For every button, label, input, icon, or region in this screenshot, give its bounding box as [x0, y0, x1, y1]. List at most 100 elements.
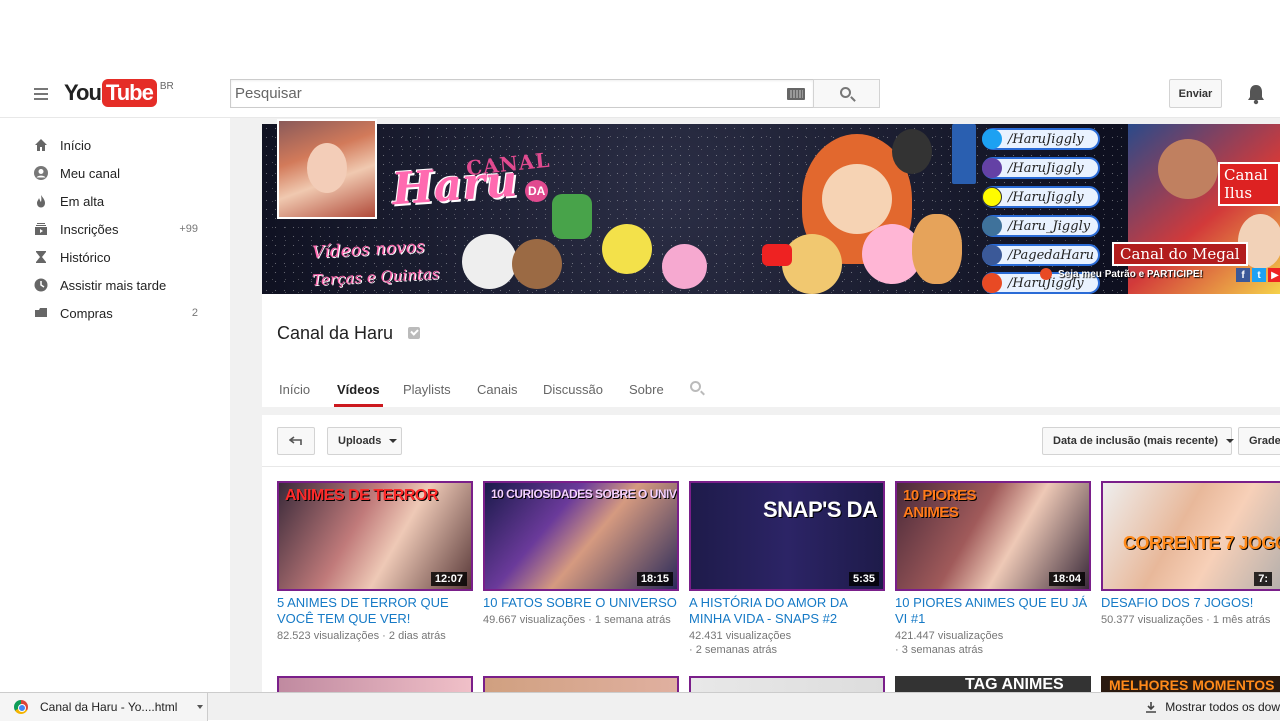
video-views: 82.523 visualizações: [277, 630, 380, 642]
sidebar-item-compras[interactable]: Compras 2: [0, 299, 230, 327]
sidebar-item-inscricoes[interactable]: Inscrições +99: [0, 215, 230, 243]
video-thumbnail[interactable]: [689, 676, 885, 692]
sort-dropdown[interactable]: Data de inclusão (mais recente): [1042, 427, 1235, 455]
video-title[interactable]: 5 ANIMES DE TERROR QUE VOCÊ TEM QUE VER!: [277, 595, 473, 627]
youtube-icon[interactable]: ▶: [1268, 268, 1280, 282]
subscriptions-count: +99: [179, 223, 198, 235]
video-duration: 5:35: [848, 572, 879, 586]
video-thumbnail[interactable]: CORRENTE 7 JOGOS 7:: [1101, 481, 1280, 591]
channel-avatar[interactable]: [277, 119, 377, 219]
video-title[interactable]: 10 PIORES ANIMES QUE EU JÁ VI #1: [895, 595, 1091, 627]
twitter-icon[interactable]: t: [1252, 268, 1266, 282]
tab-inicio[interactable]: Início: [279, 370, 310, 407]
logo-tube-text: Tube: [101, 79, 157, 107]
thumbnail-text: TAG ANIMES: [965, 676, 1064, 692]
channel-search-icon[interactable]: [690, 381, 701, 392]
sidebar-item-assistir-mais-tarde[interactable]: Assistir mais tarde: [0, 271, 230, 299]
sidebar-item-em-alta[interactable]: Em alta: [0, 187, 230, 215]
show-all-downloads-link[interactable]: Mostrar todos os dow: [1145, 693, 1280, 721]
home-icon: [34, 138, 48, 152]
thumbnail-text: ANIMES DE TERROR: [285, 487, 438, 504]
video-thumbnail[interactable]: SNAP'S DA HARU 5:35: [689, 481, 885, 591]
logo-country-code: BR: [159, 81, 174, 92]
video-thumbnail[interactable]: [483, 676, 679, 692]
banner-character-art: [512, 239, 562, 289]
search-input[interactable]: [231, 80, 771, 107]
instagram-icon: [982, 216, 1002, 236]
tab-sobre[interactable]: Sobre: [629, 370, 664, 407]
sidebar-item-label: Inscrições: [60, 221, 119, 237]
banner-snapchat-link[interactable]: /HaruJiggly: [982, 186, 1100, 208]
downloads-shelf: Canal da Haru - Yo....html Mostrar todos…: [0, 692, 1280, 721]
video-meta: 49.667 visualizações · 1 semana atrás: [483, 614, 671, 626]
video-age: 2 dias atrás: [388, 630, 446, 642]
video-thumbnail[interactable]: 10 CURIOSIDADES SOBRE O UNIVERSO 18:15: [483, 481, 679, 591]
video-meta: 42.431 visualizações · 2 semanas atrás: [689, 630, 792, 656]
banner-twitter-link[interactable]: /HaruJiggly: [982, 128, 1100, 150]
video-title[interactable]: 10 FATOS SOBRE O UNIVERSO: [483, 595, 679, 611]
hourglass-icon: [34, 250, 48, 264]
download-item-label: Canal da Haru - Yo....html: [40, 700, 178, 714]
video-thumbnail[interactable]: TAG ANIMES: [895, 676, 1091, 692]
banner-title-big: Haru: [390, 155, 519, 216]
channel-title[interactable]: Canal da Haru: [277, 323, 393, 344]
sidebar-item-meu-canal[interactable]: Meu canal: [0, 159, 230, 187]
facebook-icon[interactable]: f: [1236, 268, 1250, 282]
video-card: ANIMES DE TERROR 12:07 5 ANIMES DE TERRO…: [277, 481, 473, 643]
keyboard-icon[interactable]: [787, 88, 805, 100]
periscope-icon: [982, 273, 1002, 293]
snapchat-icon: [982, 187, 1002, 207]
banner-instagram-link[interactable]: /Haru_Jiggly: [982, 215, 1100, 237]
video-age: 1 mês atrás: [1212, 614, 1271, 626]
masthead: You Tube BR Enviar: [0, 70, 1280, 118]
video-thumbnail[interactable]: [277, 676, 473, 692]
twitch-icon: [982, 158, 1002, 178]
back-button[interactable]: [277, 427, 315, 455]
menu-icon[interactable]: [34, 88, 48, 100]
tab-canais[interactable]: Canais: [477, 370, 517, 407]
banner-character-art: [602, 224, 652, 274]
twitter-icon: [982, 129, 1002, 149]
sidebar-item-label: Em alta: [60, 193, 105, 209]
view-grid-dropdown[interactable]: Grade: [1238, 427, 1280, 455]
upload-button[interactable]: Enviar: [1169, 79, 1222, 108]
banner-character-art: [782, 234, 842, 294]
download-item[interactable]: Canal da Haru - Yo....html: [0, 693, 208, 721]
sidebar-item-historico[interactable]: Histórico: [0, 243, 230, 271]
uploads-dropdown[interactable]: Uploads: [327, 427, 402, 455]
chevron-down-icon: [389, 439, 398, 443]
banner-header-social-icons: f t ▶: [1236, 268, 1280, 282]
video-meta: 82.523 visualizações · 2 dias atrás: [277, 630, 446, 642]
sidebar-item-inicio[interactable]: Início: [0, 131, 230, 159]
video-age: 1 semana atrás: [594, 614, 671, 626]
chevron-down-icon[interactable]: [197, 705, 203, 709]
thumbnail-text: 10 PIORES ANIMES: [903, 487, 977, 521]
youtube-logo[interactable]: You Tube BR: [64, 79, 174, 107]
video-duration: 7:: [1254, 572, 1272, 586]
video-thumbnail[interactable]: MELHORES MOMENTOS: [1101, 676, 1280, 692]
banner-character-art: [912, 214, 962, 284]
flame-icon: [34, 194, 48, 208]
account-icon: [34, 166, 48, 180]
tab-playlists[interactable]: Playlists: [403, 370, 451, 407]
tab-videos[interactable]: Vídeos: [334, 370, 383, 407]
video-title[interactable]: DESAFIO DOS 7 JOGOS!: [1101, 595, 1280, 611]
thumbnail-text: 10 CURIOSIDADES SOBRE O UNIVERSO: [491, 487, 677, 501]
video-duration: 12:07: [430, 572, 467, 586]
banner-patreon-link[interactable]: Seja meu Patrão e PARTICIPE!: [1040, 268, 1203, 280]
tab-discussao[interactable]: Discussão: [543, 370, 603, 407]
banner-twitch-link[interactable]: /HaruJiggly: [982, 157, 1100, 179]
video-thumbnail[interactable]: ANIMES DE TERROR 12:07: [277, 481, 473, 591]
thumbnail-text: MELHORES MOMENTOS: [1109, 677, 1275, 692]
video-title[interactable]: A HISTÓRIA DO AMOR DA MINHA VIDA - SNAPS…: [689, 595, 885, 627]
sidebar: Início Meu canal Em alta Inscrições +99 …: [0, 118, 230, 692]
sidebar-item-label: Meu canal: [60, 165, 120, 181]
back-arrow-icon: [289, 436, 302, 445]
video-thumbnail[interactable]: 10 PIORES ANIMES 18:04: [895, 481, 1091, 591]
search-button[interactable]: [813, 79, 880, 108]
search-box: [230, 79, 814, 108]
banner-facebook-link[interactable]: /PagedaHaru: [982, 244, 1100, 266]
notifications-bell-icon[interactable]: [1246, 83, 1266, 105]
uploads-label: Uploads: [338, 435, 382, 447]
video-age: 2 semanas atrás: [695, 644, 778, 656]
